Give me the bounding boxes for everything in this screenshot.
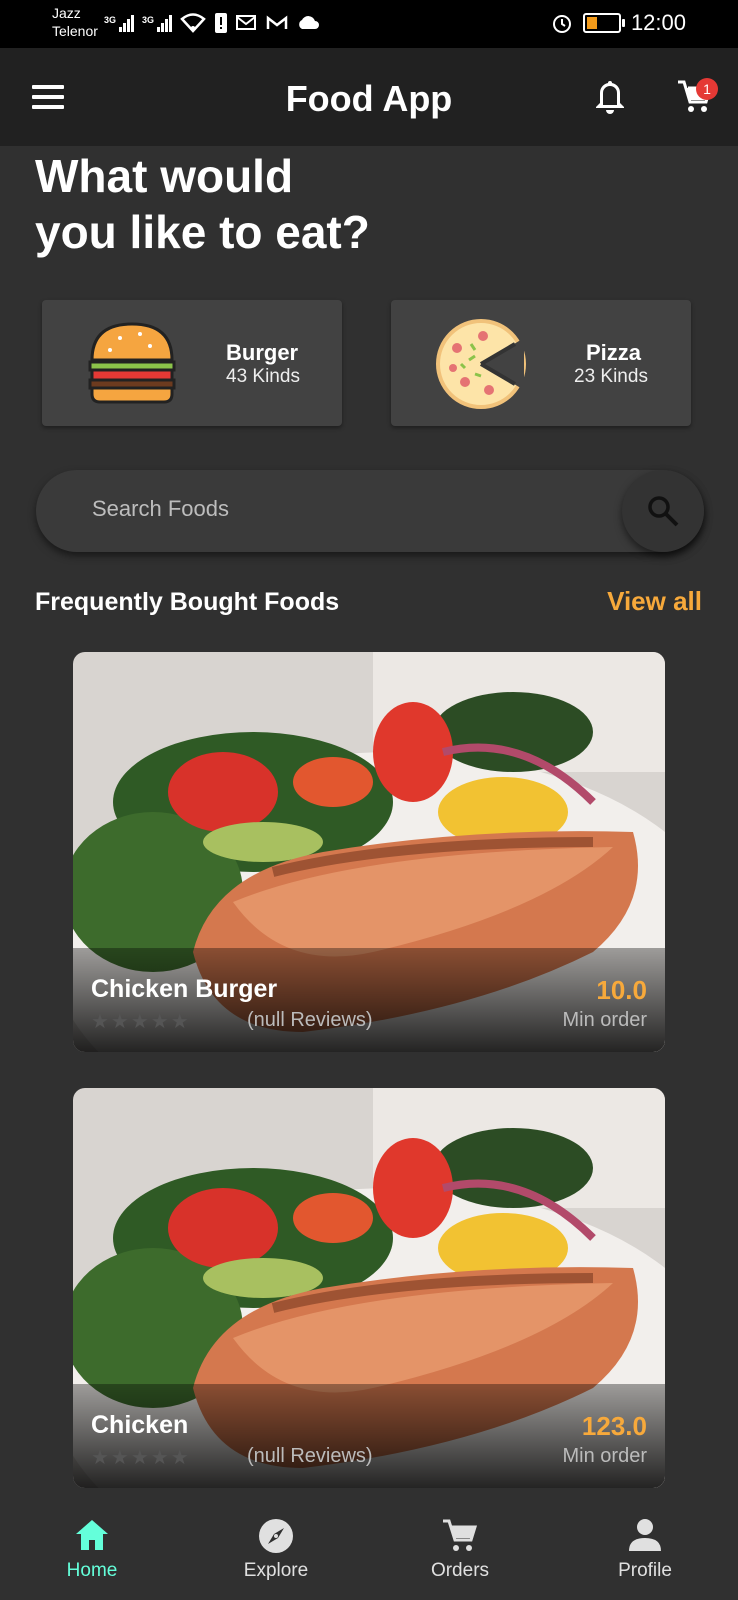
status-bar: Jazz Telenor 3G 3G 12:00 (0, 0, 738, 48)
wifi-icon (180, 13, 206, 33)
food-card[interactable]: Chicken ★★★★★ (null Reviews) 123.0 Min o… (73, 1088, 665, 1488)
search-bar[interactable]: Search Foods (36, 470, 704, 552)
cart-badge: 1 (696, 78, 718, 100)
page-heading: What would you like to eat? (35, 148, 370, 260)
status-icons: 3G 3G (104, 12, 320, 34)
carrier-2: Telenor (52, 23, 98, 39)
cart-icon (443, 1519, 478, 1551)
food-card[interactable]: Chicken Burger ★★★★★ (null Reviews) 10.0… (73, 652, 665, 1052)
person-icon (629, 1519, 661, 1551)
rating-stars: ★★★★★ (91, 1011, 191, 1033)
gmail-icon (266, 15, 288, 29)
search-icon (648, 496, 679, 527)
status-time: 12:00 (630, 10, 686, 35)
home-icon (76, 1520, 108, 1550)
nav-label: Explore (243, 1560, 309, 1581)
bottom-navigation: Home Explore Orders Profile (0, 1498, 738, 1600)
nav-label: Orders (430, 1560, 490, 1581)
burger-icon (88, 322, 176, 404)
status-right: 12:00 (551, 10, 686, 36)
message-icon (236, 15, 257, 30)
food-reviews: (null Reviews) (247, 1009, 373, 1031)
app-title: Food App (285, 78, 453, 119)
rating-stars: ★★★★★ (91, 1447, 191, 1469)
carrier-1: Jazz (52, 5, 81, 21)
signal-icon: 3G (142, 14, 173, 32)
heading-line-1: What would (35, 150, 294, 202)
category-title: Pizza (586, 340, 642, 365)
min-order-label: Min order (562, 1445, 647, 1467)
search-button[interactable] (622, 470, 704, 552)
nav-item-home[interactable]: Home (32, 1498, 152, 1582)
compass-icon (259, 1519, 293, 1553)
category-subtitle: 43 Kinds (226, 366, 300, 387)
nav-item-profile[interactable]: Profile (585, 1498, 705, 1582)
bell-icon[interactable] (594, 78, 626, 116)
food-price: 10.0 (596, 975, 647, 1005)
battery-icon (582, 13, 625, 33)
category-card-burger[interactable]: Burger 43 Kinds (42, 300, 342, 426)
carrier-names: Jazz Telenor (52, 4, 98, 40)
food-name: Chicken (91, 1411, 189, 1439)
heading-line-2: you like to eat? (35, 206, 370, 258)
food-price: 123.0 (581, 1411, 647, 1441)
category-card-pizza[interactable]: Pizza 23 Kinds (391, 300, 691, 426)
food-reviews: (null Reviews) (247, 1445, 373, 1467)
signal-icon: 3G (104, 14, 135, 32)
pizza-icon (436, 319, 526, 409)
nav-label: Home (66, 1560, 118, 1581)
category-title: Burger (226, 340, 299, 365)
min-order-label: Min order (562, 1009, 647, 1031)
nav-item-orders[interactable]: Orders (400, 1498, 520, 1582)
search-input[interactable]: Search Foods (92, 496, 229, 522)
view-all-link[interactable]: View all (607, 586, 702, 617)
nav-label: Profile (618, 1560, 672, 1581)
app-bar: Food App (0, 48, 738, 146)
alarm-icon (552, 15, 571, 33)
category-subtitle: 23 Kinds (574, 366, 648, 387)
nav-item-explore[interactable]: Explore (216, 1498, 336, 1582)
cloud-icon (299, 16, 320, 29)
section-title: Frequently Bought Foods (35, 588, 340, 616)
alert-icon (215, 13, 228, 33)
food-name: Chicken Burger (91, 975, 278, 1003)
